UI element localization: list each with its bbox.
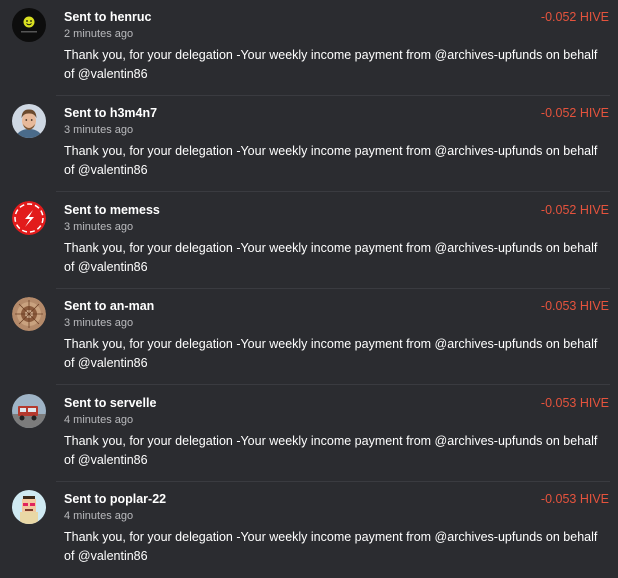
transfer-memo: Thank you, for your delegation -Your wee… (64, 241, 598, 274)
transfer-item: Sent to h3m4n7 -0.052 HIVE 3 minutes ago… (0, 96, 618, 192)
avatar[interactable] (12, 297, 46, 331)
transfer-recipient[interactable]: Sent to henruc (64, 10, 152, 24)
transfer-memo: Thank you, for your delegation -Your wee… (64, 48, 598, 81)
transfer-memo: Thank you, for your delegation -Your wee… (64, 337, 598, 370)
avatar[interactable] (12, 201, 46, 235)
transfer-time: 3 minutes ago (64, 124, 134, 136)
divider (56, 191, 610, 192)
avatar-image (12, 394, 46, 428)
transfer-amount: -0.052 HIVE (540, 203, 609, 217)
transfer-recipient[interactable]: Sent to memess (64, 203, 160, 217)
avatar-image (12, 104, 46, 138)
transfer-time: 3 minutes ago (64, 317, 134, 329)
avatar-image (12, 297, 46, 331)
transfer-item: Sent to henruc -0.052 HIVE 2 minutes ago… (0, 0, 618, 96)
avatar[interactable] (12, 8, 46, 42)
avatar[interactable] (12, 394, 46, 428)
transfer-memo: Thank you, for your delegation -Your wee… (64, 434, 598, 467)
transfer-amount: -0.052 HIVE (540, 106, 609, 120)
transfer-amount: -0.053 HIVE (540, 492, 609, 506)
avatar[interactable] (12, 490, 46, 524)
transfer-time: 2 minutes ago (64, 28, 134, 40)
transfer-time: 4 minutes ago (64, 510, 134, 522)
transfer-amount: -0.053 HIVE (540, 396, 609, 410)
transfer-feed: Sent to henruc -0.052 HIVE 2 minutes ago… (0, 0, 618, 570)
transfer-time: 3 minutes ago (64, 221, 134, 233)
avatar[interactable] (12, 104, 46, 138)
transfer-time: 4 minutes ago (64, 414, 134, 426)
transfer-item: Sent to poplar-22 -0.053 HIVE 4 minutes … (0, 482, 618, 578)
transfer-recipient[interactable]: Sent to servelle (64, 396, 156, 410)
avatar-image (12, 490, 46, 524)
transfer-item: Sent to memess -0.052 HIVE 3 minutes ago… (0, 193, 618, 289)
transfer-item: Sent to an-man -0.053 HIVE 3 minutes ago… (0, 289, 618, 385)
transfer-amount: -0.053 HIVE (540, 299, 609, 313)
transfer-item: Sent to servelle -0.053 HIVE 4 minutes a… (0, 386, 618, 482)
transfer-recipient[interactable]: Sent to poplar-22 (64, 492, 166, 506)
transfer-amount: -0.052 HIVE (540, 10, 609, 24)
transfer-recipient[interactable]: Sent to h3m4n7 (64, 106, 157, 120)
divider (56, 384, 610, 385)
transfer-recipient[interactable]: Sent to an-man (64, 299, 154, 313)
transfer-memo: Thank you, for your delegation -Your wee… (64, 530, 598, 563)
avatar-image (12, 201, 46, 235)
transfer-memo: Thank you, for your delegation -Your wee… (64, 144, 598, 177)
avatar-image (12, 8, 46, 42)
